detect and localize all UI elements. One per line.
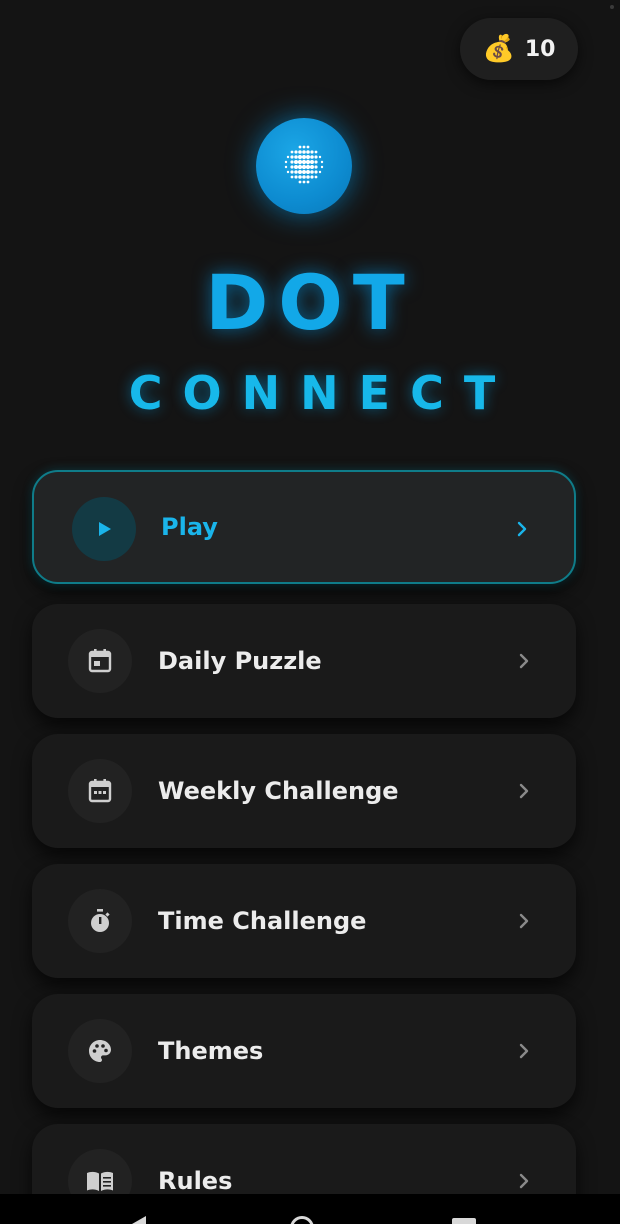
chevron-right-icon	[518, 864, 530, 978]
app-title-connect: CONNECT	[128, 366, 516, 420]
system-navigation-bar	[0, 1194, 620, 1224]
stopwatch-icon	[91, 909, 110, 932]
calendar-icon-circle	[68, 629, 132, 693]
stopwatch-icon-circle	[68, 889, 132, 953]
palette-icon	[89, 1040, 111, 1062]
app-logo	[256, 118, 352, 214]
menu-item-label: Play	[161, 513, 218, 541]
menu-item-weekly-challenge[interactable]: Weekly Challenge	[32, 734, 576, 848]
menu-item-themes[interactable]: Themes	[32, 994, 576, 1108]
dot-grid-icon	[284, 145, 324, 184]
money-bag-icon: 💰	[482, 34, 515, 64]
chevron-right-icon	[518, 994, 530, 1108]
calendar-week-icon	[88, 779, 112, 803]
menu-item-label: Time Challenge	[158, 907, 367, 935]
palette-icon-circle	[68, 1019, 132, 1083]
menu-item-label: Daily Puzzle	[158, 647, 322, 675]
camera-dot	[610, 5, 614, 9]
chevron-right-icon	[518, 604, 530, 718]
nav-back-icon[interactable]	[132, 1216, 146, 1224]
menu-item-play[interactable]: Play	[32, 470, 576, 584]
calendar-icon	[88, 649, 112, 673]
chevron-right-icon	[516, 472, 528, 586]
coin-balance-badge[interactable]: 💰 10	[460, 18, 578, 80]
coin-count: 10	[524, 36, 556, 62]
nav-recent-icon[interactable]	[452, 1218, 476, 1224]
menu-item-label: Weekly Challenge	[158, 777, 399, 805]
play-icon-circle	[72, 497, 136, 561]
menu-item-label: Themes	[158, 1037, 264, 1065]
app-title-dot: DOT	[205, 258, 415, 347]
book-icon	[87, 1171, 113, 1191]
nav-home-icon[interactable]	[290, 1216, 314, 1224]
play-icon	[99, 522, 111, 536]
menu-item-daily-puzzle[interactable]: Daily Puzzle	[32, 604, 576, 718]
menu-item-time-challenge[interactable]: Time Challenge	[32, 864, 576, 978]
calendar-week-icon-circle	[68, 759, 132, 823]
main-menu-screen: 💰 10 DOT CONNECT Play Daily Puzzle Weekl…	[0, 0, 620, 1224]
chevron-right-icon	[518, 734, 530, 848]
